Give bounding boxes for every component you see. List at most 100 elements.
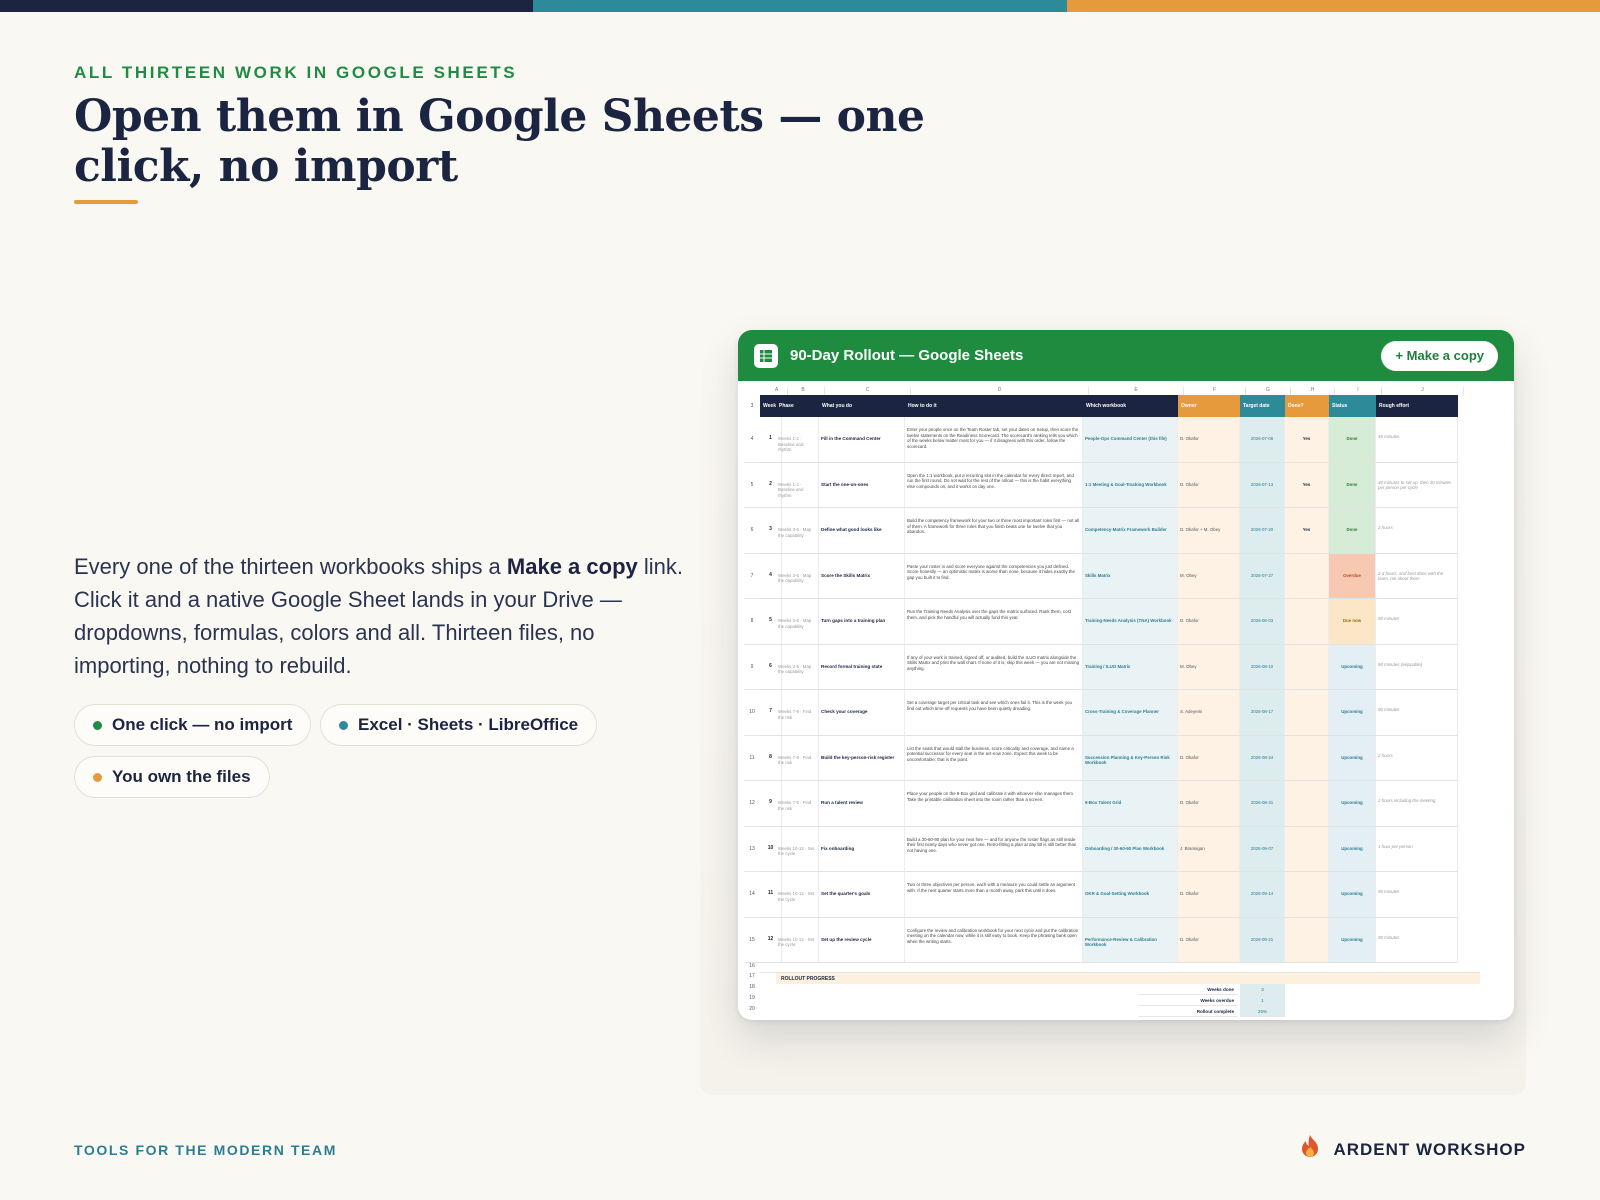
cell-phase: Weeks 3-6 · Map the capability	[776, 644, 819, 690]
make-a-copy-button[interactable]: + Make a copy	[1381, 340, 1498, 371]
flame-logo-icon	[1299, 1134, 1321, 1165]
column-letter: G	[1246, 387, 1291, 395]
cell-effort: 90 minutes	[1376, 599, 1458, 645]
progress-value: 1	[1240, 995, 1285, 1006]
cell-phase: Weeks 10-12 · Set the cycle	[776, 872, 819, 918]
body-text-pre: Every one of the thirteen workbooks ship…	[74, 554, 507, 579]
pill-dot	[93, 720, 102, 730]
cell-owner: J. Brannigan	[1178, 826, 1240, 872]
row-number: 17	[749, 973, 755, 979]
cell-date: 2026-09-21	[1240, 917, 1285, 963]
cell-date: 2026-09-14	[1240, 872, 1285, 918]
cell-done	[1285, 826, 1329, 872]
cell-effort: 90 minutes (skippable)	[1376, 644, 1458, 690]
cell-wb: Cross-Training & Coverage Planner	[1083, 690, 1178, 736]
eyebrow-label: ALL THIRTEEN WORK IN GOOGLE SHEETS	[74, 63, 518, 82]
cell-done	[1285, 599, 1329, 645]
cell-phase: Weeks 10-12 · Set the cycle	[776, 826, 819, 872]
row-number: 7	[744, 554, 760, 599]
cell-status: Done	[1329, 462, 1376, 508]
column-letter: I	[1335, 387, 1382, 395]
column-header: How to do it	[905, 395, 1083, 417]
column-letter: E	[1089, 387, 1184, 395]
pill-one-click: One click — no import	[74, 704, 312, 746]
cell-date: 2026-08-31	[1240, 781, 1285, 827]
cell-how: Set a coverage target per critical task …	[905, 690, 1083, 736]
cell-status: Upcoming	[1329, 917, 1376, 963]
cell-status: Upcoming	[1329, 735, 1376, 781]
cell-phase: Weeks 7-9 · Find the risk	[776, 781, 819, 827]
cell-what: Record formal training state	[819, 644, 905, 690]
pill-dot	[339, 720, 348, 730]
cell-how: Two or three objectives per person, each…	[905, 872, 1083, 918]
cell-done: Yes	[1285, 508, 1329, 554]
cell-done	[1285, 781, 1329, 827]
column-header: Status	[1329, 395, 1376, 417]
cell-effort: 2 hours	[1376, 735, 1458, 781]
cell-done	[1285, 735, 1329, 781]
cell-how: Paste your roster in and score everyone …	[905, 553, 1083, 599]
cell-what: Fix onboarding	[819, 826, 905, 872]
cell-effort: 2-3 hours, and best done with the team, …	[1376, 553, 1458, 599]
progress-value: 3	[1240, 984, 1285, 995]
cell-owner: D. Okafor	[1178, 599, 1240, 645]
row-number: 12	[744, 781, 760, 827]
cell-owner: D. Okafor	[1178, 781, 1240, 827]
cell-status: Upcoming	[1329, 872, 1376, 918]
top-bar-orange	[1066, 0, 1600, 12]
row-number: 8	[744, 599, 760, 645]
cell-status: Done	[1329, 508, 1376, 554]
footer-brand: ARDENT WORKSHOP	[1299, 1134, 1526, 1165]
cell-phase: Weeks 3-6 · Map the capability	[776, 508, 819, 554]
row-number: 6	[744, 508, 760, 554]
cell-owner: D. Okafor + M. Obey	[1178, 508, 1240, 554]
cell-done	[1285, 644, 1329, 690]
pill-label: Excel · Sheets · LibreOffice	[358, 715, 579, 734]
cell-phase: Weeks 10-12 · Set the cycle	[776, 917, 819, 963]
row-number: 3	[750, 403, 754, 409]
cell-what: Score the Skills Matrix	[819, 553, 905, 599]
pill-label: One click — no import	[112, 715, 293, 734]
page-title: Open them in Google Sheets — one click, …	[74, 91, 925, 192]
top-color-bar	[0, 0, 1600, 12]
cell-effort: 90 minutes	[1376, 690, 1458, 736]
cell-owner: M. Obey	[1178, 644, 1240, 690]
cell-effort: 2 hours	[1376, 508, 1458, 554]
progress-label: Rollout complete	[1138, 1006, 1238, 1017]
spreadsheet-grid[interactable]: A B C D E F G H I J 3 Week Phase What you do How to do…	[738, 381, 1514, 1020]
row-number: 15	[744, 918, 760, 963]
cell-effort: 90 minutes	[1376, 872, 1458, 918]
cell-wb: People-Ops Command Center (this file)	[1083, 417, 1178, 463]
cell-owner: S. Adeyemi	[1178, 690, 1240, 736]
cell-date: 2026-09-07	[1240, 826, 1285, 872]
body-text-bold: Make a copy	[506, 554, 638, 579]
top-bar-navy	[0, 0, 534, 12]
column-header: Which workbook	[1083, 395, 1178, 417]
cell-effort: 90 minutes	[1376, 917, 1458, 963]
cell-wb: Training-Needs Analysis (TNA) Workbook	[1083, 599, 1178, 645]
pill-label: You own the files	[112, 767, 251, 786]
sheets-window-header: 90-Day Rollout — Google Sheets + Make a …	[738, 330, 1514, 381]
window-title: 90-Day Rollout — Google Sheets	[790, 347, 1024, 364]
progress-label: Weeks done	[1138, 984, 1238, 995]
cell-date: 2026-08-03	[1240, 599, 1285, 645]
column-header: Target date	[1240, 395, 1285, 417]
cell-wb: Training / ILUO Matrix	[1083, 644, 1178, 690]
pill-own-files: You own the files	[74, 756, 270, 798]
cell-phase: Weeks 3-6 · Map the capability	[776, 599, 819, 645]
cell-how: List the seats that would stall the busi…	[905, 735, 1083, 781]
cell-status: Overdue	[1329, 553, 1376, 599]
cell-wb: Performance-Review & Calibration Workboo…	[1083, 917, 1178, 963]
cell-what: Turn gaps into a training plan	[819, 599, 905, 645]
cell-effort: 45 minutes	[1376, 417, 1458, 463]
cell-effort: 1 hour per person	[1376, 826, 1458, 872]
column-letter: B	[782, 387, 825, 395]
row-number: 14	[744, 872, 760, 918]
cell-phase: Weeks 3-6 · Map the capability	[776, 553, 819, 599]
row-number: 18	[749, 984, 755, 990]
row-number: 4	[744, 417, 760, 463]
row-number: 13	[744, 827, 760, 872]
column-letter: H	[1291, 387, 1335, 395]
brand-name: ARDENT WORKSHOP	[1333, 1139, 1526, 1159]
cell-done: Yes	[1285, 417, 1329, 463]
